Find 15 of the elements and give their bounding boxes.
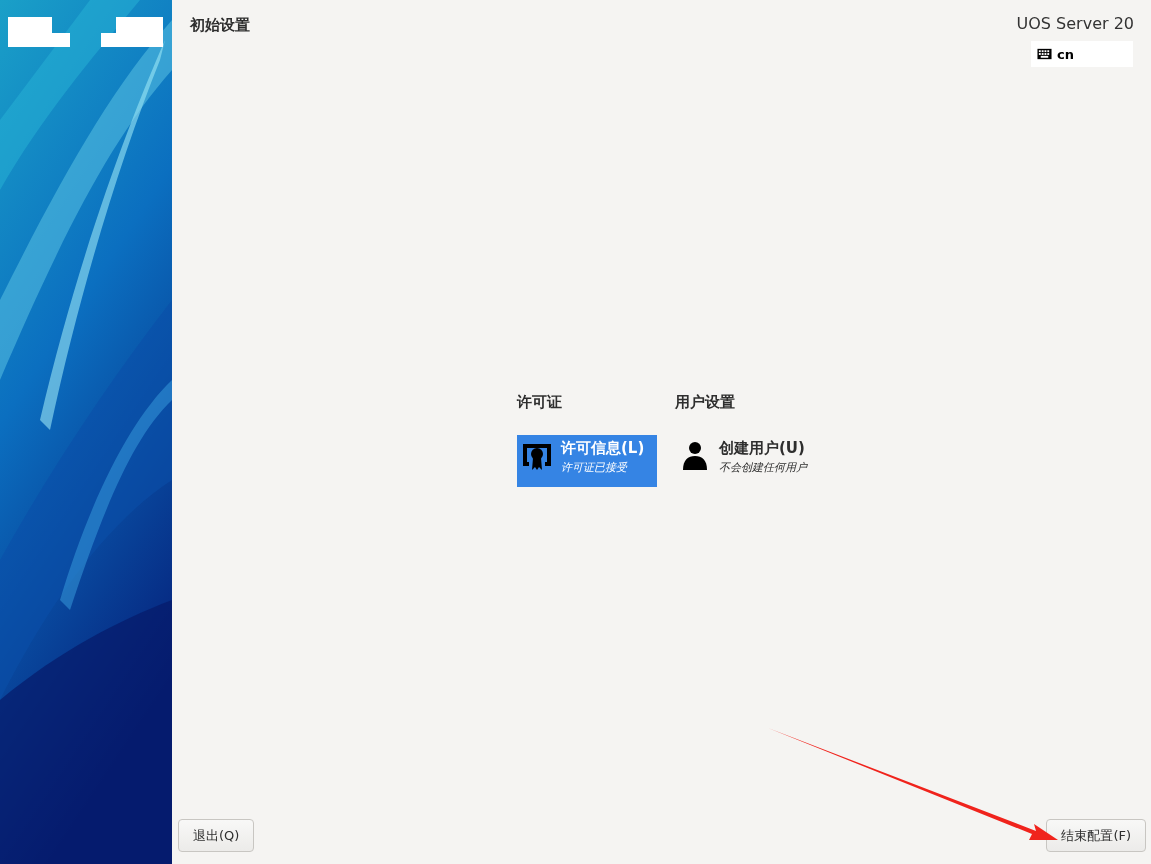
category-heading: 许可证 bbox=[517, 393, 563, 412]
spoke-item[interactable]: 许可信息(L) 许可证已接受 bbox=[517, 435, 657, 487]
keyboard-layout-indicator[interactable]: cn bbox=[1031, 41, 1133, 67]
spoke-title: 创建用户(U) bbox=[719, 439, 806, 458]
spoke-item[interactable]: 创建用户(U) 不会创建任何用户 bbox=[675, 435, 815, 487]
spoke-status: 许可证已接受 bbox=[561, 460, 629, 475]
quit-button[interactable]: 退出(Q) bbox=[178, 819, 255, 852]
category-heading: 用户设置 bbox=[675, 393, 736, 412]
spoke-status: 不会创建任何用户 bbox=[719, 460, 807, 475]
product-name: UOS Server 20 bbox=[1016, 14, 1134, 33]
spoke-title: 许可信息(L) bbox=[561, 439, 645, 458]
finish-button[interactable]: 结束配置(F) bbox=[1046, 819, 1146, 852]
logo-icon bbox=[8, 17, 163, 47]
keyboard-icon bbox=[1037, 48, 1052, 60]
page-title: 初始设置 bbox=[190, 15, 250, 36]
